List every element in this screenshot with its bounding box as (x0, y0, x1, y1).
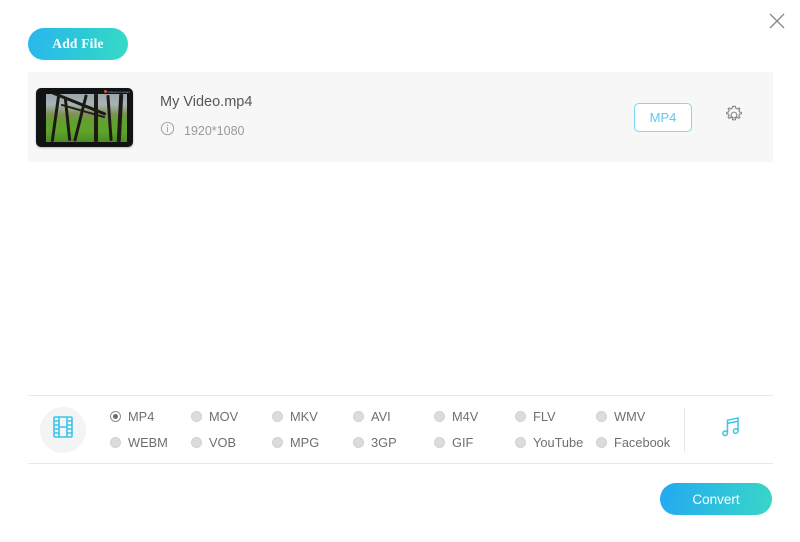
radio-icon (191, 437, 202, 448)
thumbnail-tree (63, 97, 72, 142)
radio-icon (596, 437, 607, 448)
format-option-youtube[interactable]: YouTube (515, 430, 596, 456)
radio-icon (272, 411, 283, 422)
file-settings-button[interactable] (717, 100, 751, 134)
close-window-button[interactable] (760, 4, 794, 38)
radio-icon (596, 411, 607, 422)
format-option-flv[interactable]: FLV (515, 404, 596, 430)
video-thumbnail-image (46, 93, 127, 142)
format-option-label: FLV (533, 409, 556, 424)
close-icon (767, 11, 787, 31)
format-option-facebook[interactable]: Facebook (596, 430, 677, 456)
format-option-label: YouTube (533, 435, 584, 450)
radio-icon (110, 411, 121, 422)
convert-button[interactable]: Convert (660, 483, 772, 515)
file-info: My Video.mp4 1920*1080 (160, 94, 634, 141)
format-option-label: M4V (452, 409, 479, 424)
music-note-icon (718, 414, 744, 445)
file-output-format-badge[interactable]: MP4 (634, 102, 692, 132)
thumbnail-tree (50, 93, 61, 142)
radio-icon (191, 411, 202, 422)
format-radio-group: MP4 MOV MKV AVI M4V FLV WMV WEBM VOB MPG… (110, 404, 684, 456)
thumbnail-tree (94, 93, 98, 142)
format-option-vob[interactable]: VOB (191, 430, 272, 456)
audio-format-tab[interactable] (711, 410, 751, 450)
info-circle-icon[interactable] (160, 121, 175, 141)
format-option-gif[interactable]: GIF (434, 430, 515, 456)
panel-divider-bottom (28, 463, 773, 464)
radio-icon (353, 437, 364, 448)
format-option-mkv[interactable]: MKV (272, 404, 353, 430)
file-name: My Video.mp4 (160, 93, 253, 110)
radio-icon (353, 411, 364, 422)
radio-icon (434, 437, 445, 448)
format-option-mp4[interactable]: MP4 (110, 404, 191, 430)
video-thumbnail[interactable]: videoconverter (36, 87, 133, 147)
add-file-button[interactable]: Add File (28, 28, 128, 60)
film-strip-icon (50, 414, 76, 445)
add-file-toolbar: Add File (28, 28, 128, 60)
format-option-m4v[interactable]: M4V (434, 404, 515, 430)
format-option-wmv[interactable]: WMV (596, 404, 677, 430)
format-option-label: WMV (614, 409, 646, 424)
radio-icon (515, 437, 526, 448)
format-option-webm[interactable]: WEBM (110, 430, 191, 456)
format-option-mpg[interactable]: MPG (272, 430, 353, 456)
format-option-mov[interactable]: MOV (191, 404, 272, 430)
format-option-label: 3GP (371, 435, 397, 450)
format-option-label: WEBM (128, 435, 168, 450)
format-option-label: Facebook (614, 435, 671, 450)
radio-icon (110, 437, 121, 448)
format-option-label: MKV (290, 409, 318, 424)
radio-icon (434, 411, 445, 422)
format-option-label: GIF (452, 435, 474, 450)
radio-icon (515, 411, 526, 422)
format-option-3gp[interactable]: 3GP (353, 430, 434, 456)
format-option-label: MP4 (128, 409, 155, 424)
format-option-label: MPG (290, 435, 320, 450)
gear-icon (723, 104, 745, 131)
thumbnail-tree (106, 95, 113, 142)
radio-icon (272, 437, 283, 448)
format-option-label: MOV (209, 409, 239, 424)
video-format-tab[interactable] (40, 406, 86, 453)
panel-separator (684, 407, 685, 452)
output-format-panel: MP4 MOV MKV AVI M4V FLV WMV WEBM VOB MPG… (28, 396, 773, 463)
file-resolution: 1920*1080 (184, 123, 245, 138)
thumbnail-watermark: videoconverter (103, 90, 130, 94)
format-option-label: VOB (209, 435, 237, 450)
file-list-row[interactable]: videoconverter My Video.mp4 1920*1080 MP… (28, 72, 773, 162)
thumbnail-tree (116, 93, 124, 142)
file-subinfo: 1920*1080 (160, 121, 634, 141)
format-option-label: AVI (371, 409, 391, 424)
format-option-avi[interactable]: AVI (353, 404, 434, 430)
